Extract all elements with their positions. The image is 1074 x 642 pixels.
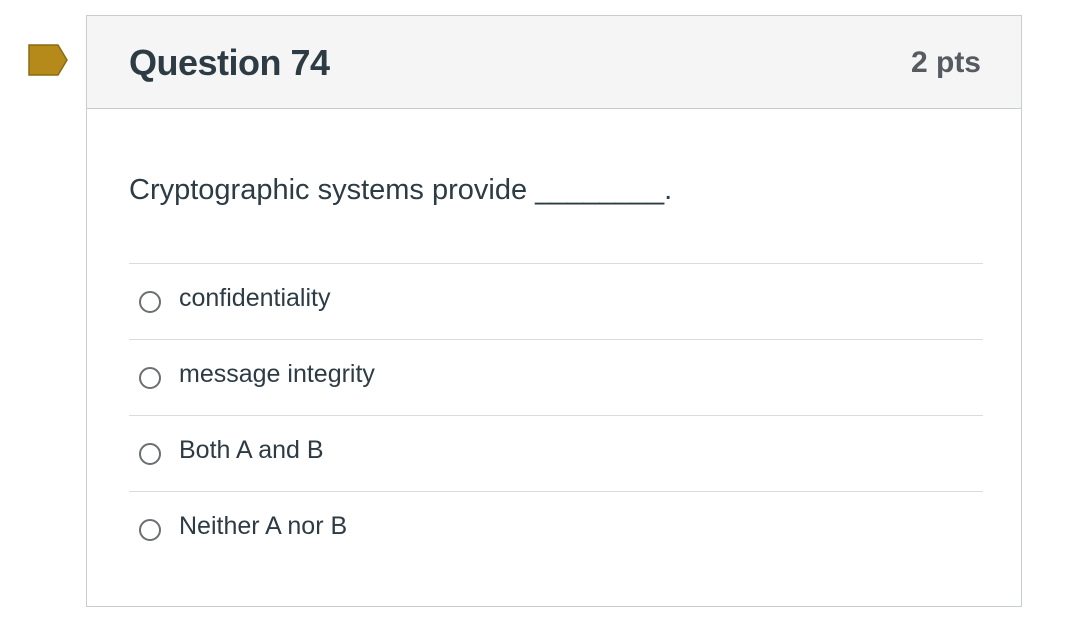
radio-button[interactable] (139, 291, 161, 313)
question-points: 2 pts (910, 46, 981, 79)
answer-option[interactable]: Neither A nor B (129, 491, 983, 567)
radio-button[interactable] (139, 519, 161, 541)
answer-label[interactable]: confidentiality (179, 284, 330, 313)
radio-button[interactable] (139, 367, 161, 389)
bookmark-flag-icon[interactable] (28, 44, 68, 76)
question-header: Question 74 2 pts (87, 16, 1021, 109)
question-card: Question 74 2 pts Cryptographic systems … (86, 15, 1022, 607)
answer-option[interactable]: Both A and B (129, 415, 983, 491)
answer-label[interactable]: Neither A nor B (179, 512, 347, 541)
answer-option[interactable]: message integrity (129, 339, 983, 415)
answer-label[interactable]: Both A and B (179, 436, 324, 465)
answer-label[interactable]: message integrity (179, 360, 375, 389)
radio-button[interactable] (139, 443, 161, 465)
question-title: Question 74 (129, 42, 330, 83)
answer-option[interactable]: confidentiality (129, 263, 983, 339)
answer-list: confidentiality message integrity Both A… (129, 263, 983, 567)
question-text: Cryptographic systems provide ________. (129, 174, 673, 206)
